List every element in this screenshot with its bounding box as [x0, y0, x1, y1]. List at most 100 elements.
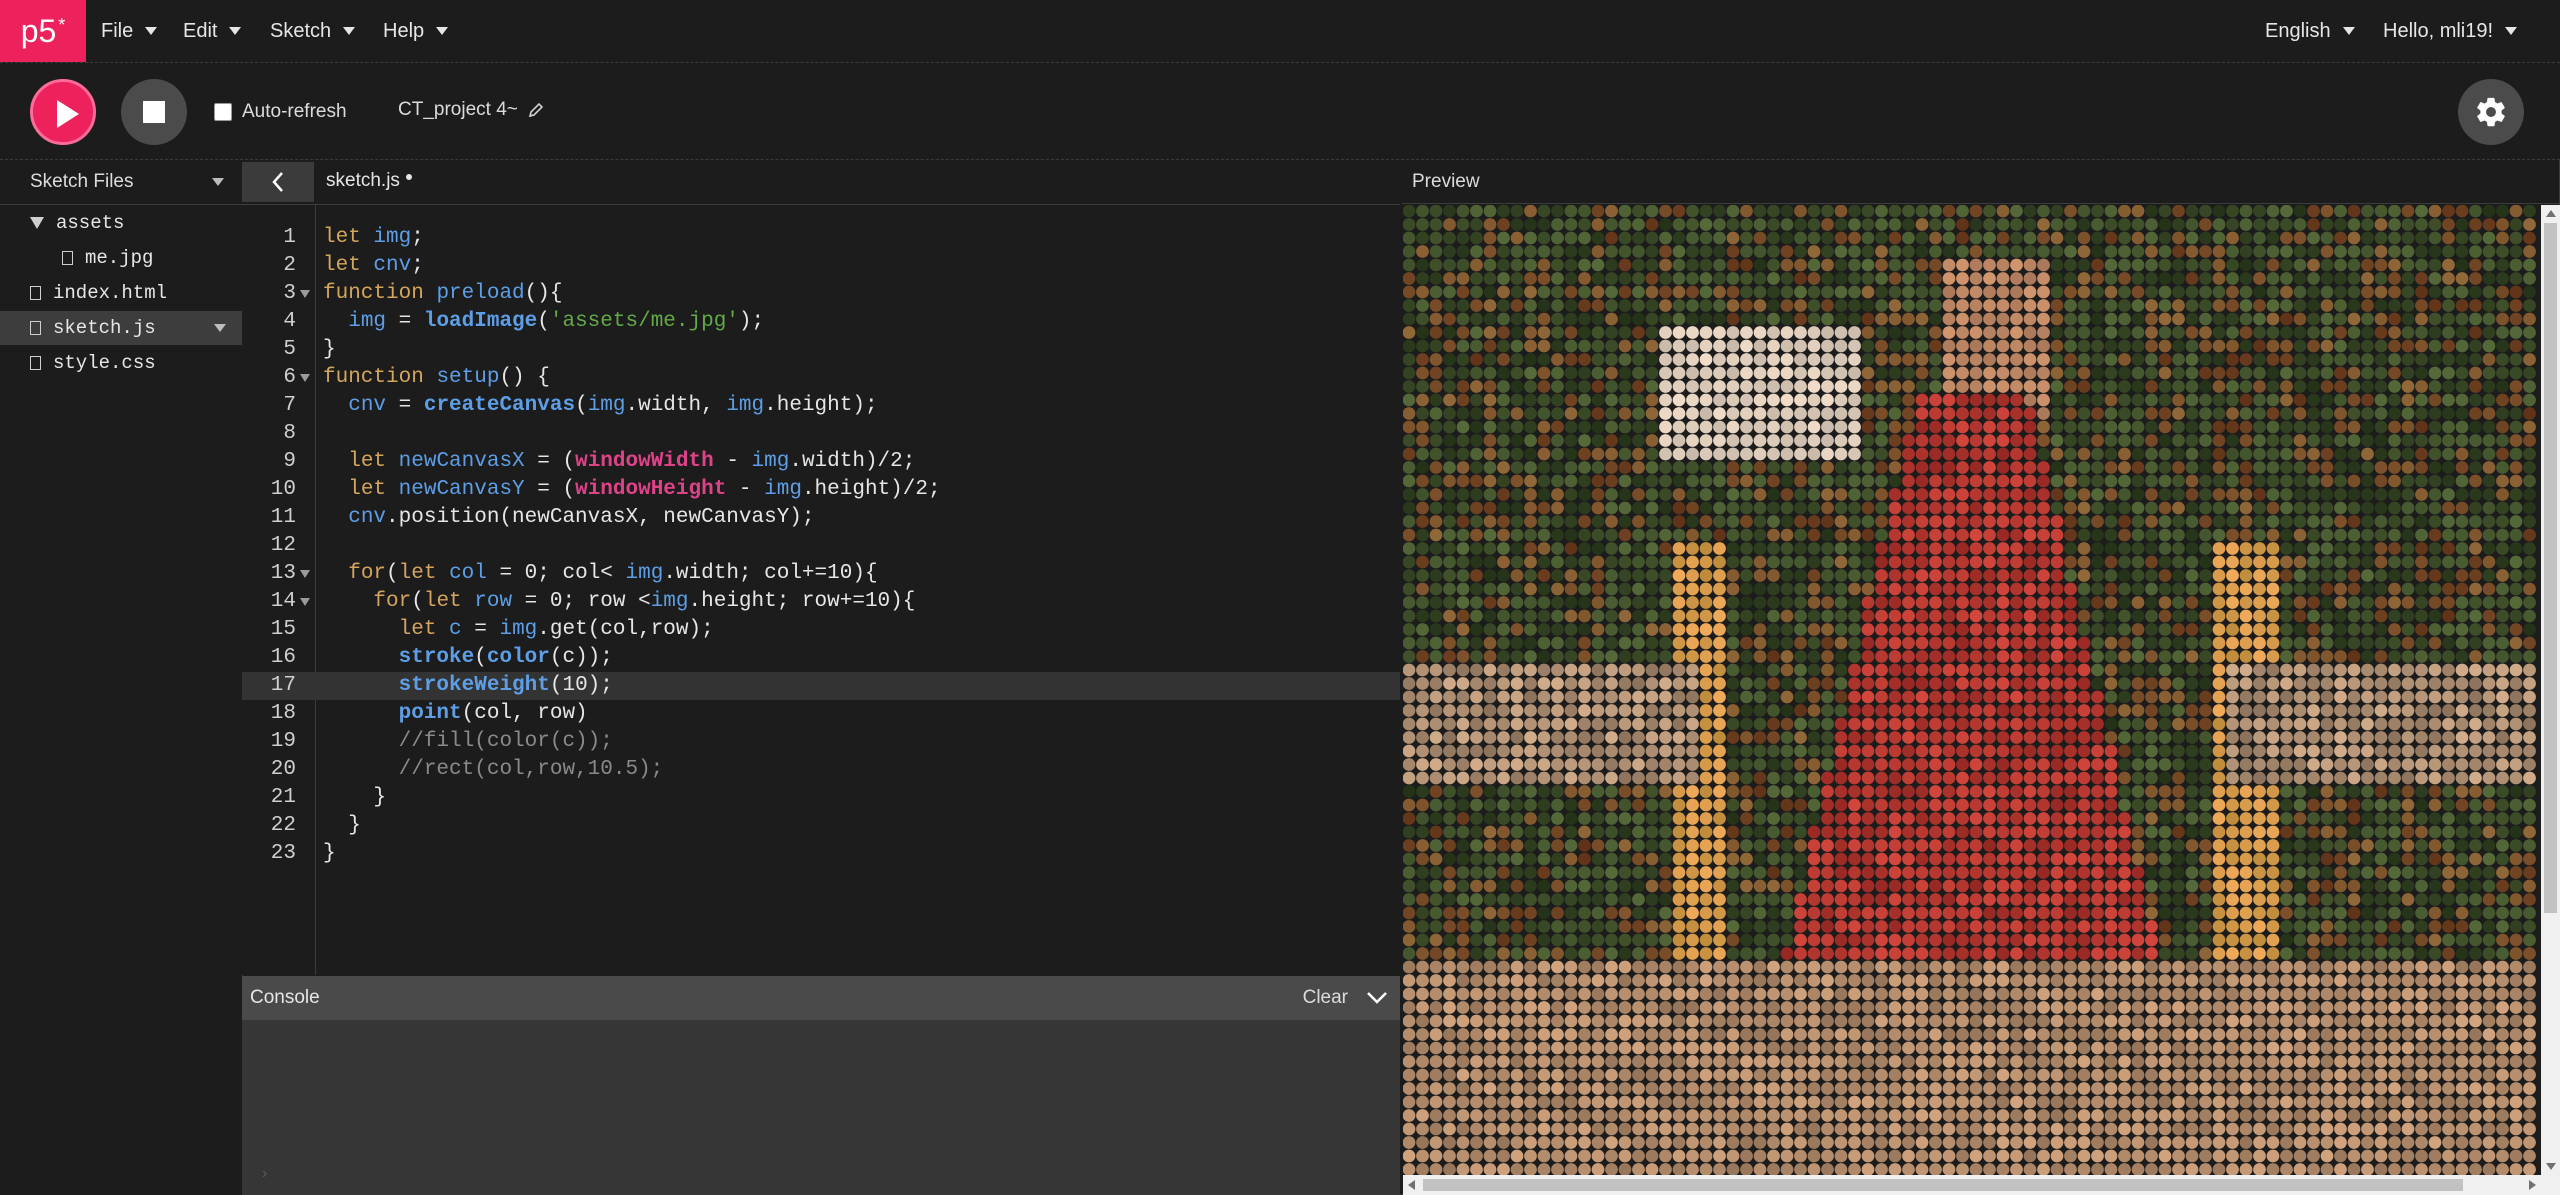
line-number: 17: [270, 674, 296, 697]
code-line[interactable]: 7 cnv = createCanvas(img.width, img.heig…: [242, 392, 1400, 420]
code-line[interactable]: 9 let newCanvasX = (windowWidth - img.wi…: [242, 448, 1400, 476]
line-number: 11: [270, 506, 296, 529]
chevron-down-icon: [229, 27, 242, 35]
code-line[interactable]: 6 function setup() {: [242, 364, 1400, 392]
folder-open-icon: [30, 217, 44, 229]
menu-edit[interactable]: Edit: [183, 0, 242, 62]
preview-horizontal-scrollbar[interactable]: [1403, 1175, 2560, 1195]
code-line[interactable]: 22 }: [242, 812, 1400, 840]
code-editor[interactable]: 1 let img; 2 let cnv; 3 function preload(){ 4 …: [242, 205, 1400, 975]
code-line[interactable]: 3 function preload(){: [242, 280, 1400, 308]
user-menu[interactable]: Hello, mli19!: [2383, 0, 2518, 62]
code-line[interactable]: 11 cnv.position(newCanvasX, newCanvasY);: [242, 504, 1400, 532]
code-line[interactable]: 10 let newCanvasY = (windowHeight - img.…: [242, 476, 1400, 504]
code-line[interactable]: 8: [242, 420, 1400, 448]
fold-arrow-icon[interactable]: [300, 374, 310, 382]
menu-file[interactable]: File: [101, 0, 158, 62]
code-text: strokeWeight(10);: [398, 674, 613, 697]
code-line[interactable]: 17 strokeWeight(10);: [242, 672, 1400, 700]
code-line[interactable]: 23}: [242, 840, 1400, 868]
p5-logo[interactable]: p5 *: [0, 0, 86, 62]
scrollbar-thumb[interactable]: [2544, 223, 2557, 913]
sidebar-item-index-html[interactable]: index.html: [0, 276, 242, 310]
scrollbar-thumb[interactable]: [1423, 1179, 2463, 1191]
sidebar-item-sketch-js[interactable]: sketch.js: [0, 311, 242, 345]
line-number: 10: [270, 478, 296, 501]
sidebar-item-style-css[interactable]: style.css: [0, 346, 242, 380]
code-text: //fill(color(c));: [398, 730, 613, 753]
line-number: 6: [283, 366, 296, 389]
code-line[interactable]: 2 let cnv;: [242, 252, 1400, 280]
code-text: function preload(){: [323, 282, 563, 305]
fold-arrow-icon[interactable]: [300, 598, 310, 606]
code-line[interactable]: 21 }: [242, 784, 1400, 812]
line-number: 22: [270, 814, 296, 837]
tab-sketch-js[interactable]: sketch.js: [326, 170, 400, 192]
settings-button[interactable]: [2458, 79, 2524, 145]
chevron-down-icon[interactable]: [1366, 988, 1388, 1008]
code-text: function setup() {: [323, 366, 550, 389]
project-name-label: CT_project 4~: [398, 99, 518, 120]
sidebar-title: Sketch Files: [30, 171, 134, 192]
code-text: stroke(color(c));: [398, 646, 613, 669]
code-line[interactable]: 18 point(col, row): [242, 700, 1400, 728]
code-text: }: [323, 814, 361, 837]
sidebar-header[interactable]: Sketch Files: [0, 160, 242, 205]
sidebar-item-label: me.jpg: [85, 247, 154, 269]
menu-sketch[interactable]: Sketch: [270, 0, 356, 62]
line-number: 7: [283, 394, 296, 417]
file-options-icon[interactable]: [214, 324, 226, 332]
console-clear-button[interactable]: Clear: [1303, 987, 1348, 1009]
file-icon: [62, 251, 73, 265]
console-title: Console: [250, 987, 320, 1008]
file-icon: [30, 356, 41, 370]
preview-canvas[interactable]: [1403, 205, 2541, 1175]
play-button[interactable]: [30, 79, 96, 145]
auto-refresh-checkbox[interactable]: [214, 103, 232, 121]
chevron-down-icon: [145, 27, 158, 35]
preview-vertical-scrollbar[interactable]: [2541, 205, 2560, 1175]
line-number: 1: [283, 226, 296, 249]
line-number: 4: [283, 310, 296, 333]
code-line[interactable]: 19 //fill(color(c));: [242, 728, 1400, 756]
project-name[interactable]: CT_project 4~: [398, 99, 544, 121]
collapse-sidebar-button[interactable]: [242, 162, 314, 202]
code-text: let img;: [323, 226, 424, 249]
scroll-right-icon[interactable]: [2529, 1180, 2536, 1190]
sidebar-item-me-jpg[interactable]: me.jpg: [0, 241, 242, 275]
line-number: 13: [270, 562, 296, 585]
scroll-up-icon[interactable]: [2546, 210, 2556, 217]
code-line[interactable]: 14 for(let row = 0; row <img.height; row…: [242, 588, 1400, 616]
top-nav: p5 * File Edit Sketch Help English Hello,…: [0, 0, 2560, 63]
code-line[interactable]: 20 //rect(col,row,10.5);: [242, 756, 1400, 784]
menu-help[interactable]: Help: [383, 0, 449, 62]
fold-arrow-icon[interactable]: [300, 570, 310, 578]
code-line[interactable]: 12: [242, 532, 1400, 560]
console-prompt-icon: ›: [262, 1165, 268, 1182]
code-text: }: [323, 786, 387, 809]
preview-title: Preview: [1412, 170, 1480, 192]
auto-refresh-toggle[interactable]: Auto-refresh: [214, 101, 347, 123]
pointillism-image: [1403, 205, 2536, 1175]
fold-arrow-icon[interactable]: [300, 290, 310, 298]
code-line[interactable]: 13 for(let col = 0; col< img.width; col+…: [242, 560, 1400, 588]
stop-button[interactable]: [121, 79, 187, 145]
scroll-left-icon[interactable]: [1408, 1180, 1415, 1190]
code-line[interactable]: 1 let img;: [242, 224, 1400, 252]
code-line[interactable]: 16 stroke(color(c));: [242, 644, 1400, 672]
chevron-down-icon: [343, 27, 356, 35]
unsaved-indicator: [406, 174, 412, 180]
pencil-icon[interactable]: [528, 102, 544, 118]
code-line[interactable]: 15 let c = img.get(col,row);: [242, 616, 1400, 644]
sidebar-item-assets[interactable]: assets: [0, 206, 242, 240]
chevron-down-icon: [212, 178, 224, 186]
code-text: let c = img.get(col,row);: [398, 618, 714, 641]
file-icon: [30, 321, 41, 335]
line-number: 14: [270, 590, 296, 613]
code-line[interactable]: 4 img = loadImage('assets/me.jpg');: [242, 308, 1400, 336]
chevron-left-icon: [272, 172, 283, 192]
code-line[interactable]: 5}: [242, 336, 1400, 364]
scroll-down-icon[interactable]: [2546, 1163, 2556, 1170]
line-number: 3: [283, 282, 296, 305]
language-menu[interactable]: English: [2265, 0, 2355, 62]
